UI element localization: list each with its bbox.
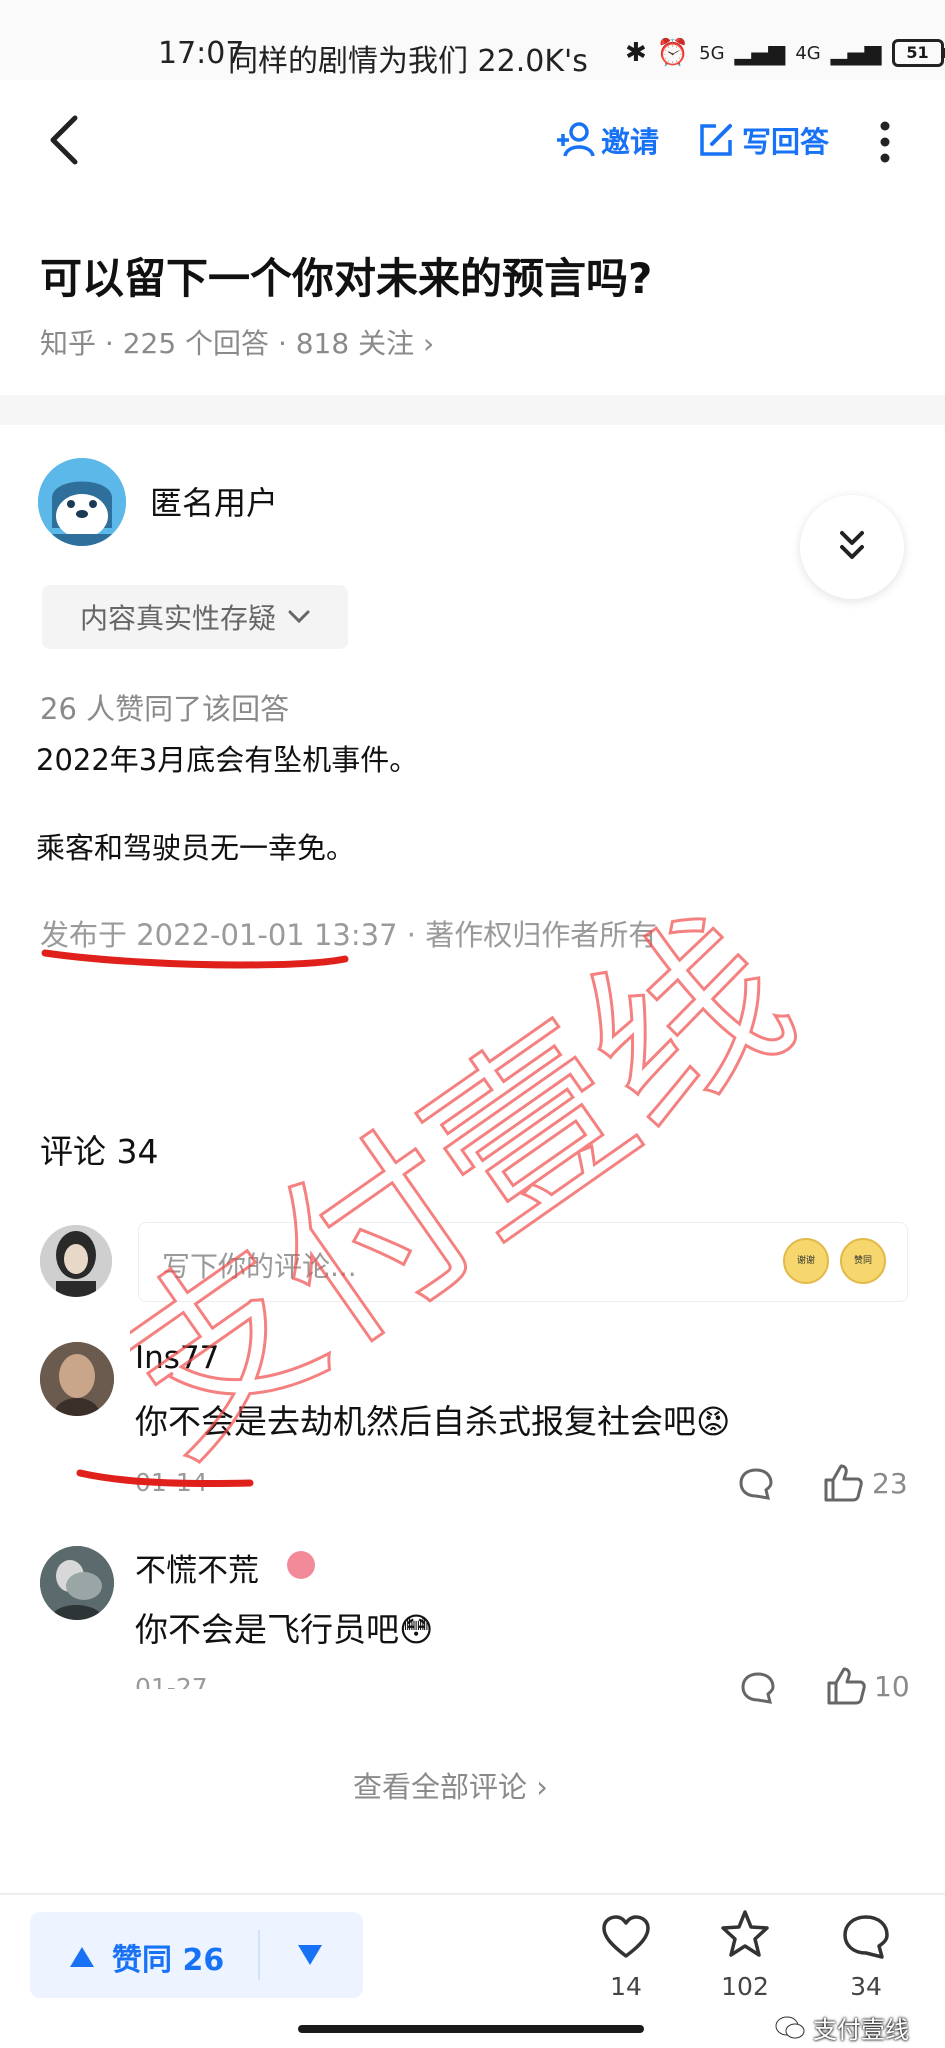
more-button[interactable]	[873, 118, 897, 168]
publish-info: 发布于 2022-01-01 13:37 · 著作权归作者所有	[40, 918, 658, 952]
add-user-icon	[557, 122, 595, 157]
comment-text: 你不会是去劫机然后自杀式报复社会吧😡	[135, 1402, 731, 1441]
more-vertical-icon	[880, 121, 890, 163]
comment-text: 你不会是飞行员吧😳	[135, 1610, 434, 1649]
reply-bubble-icon	[739, 1468, 773, 1500]
heart-icon	[602, 1915, 650, 1958]
like-count: 23	[872, 1467, 908, 1500]
like-button[interactable]	[822, 1462, 864, 1508]
back-button[interactable]	[45, 110, 85, 170]
comment-date: 01-14	[135, 1468, 208, 1497]
comments-title: 评论 34	[40, 1132, 159, 1171]
commenter-name[interactable]: 不慌不荒	[135, 1545, 259, 1590]
vip-badge-icon	[287, 1551, 315, 1579]
thanks-emoji-label: 谢谢	[796, 1256, 815, 1266]
commenter-avatar[interactable]	[40, 1342, 114, 1416]
commenter-avatar[interactable]	[40, 1546, 114, 1620]
doubt-tag-label: 内容真实性存疑	[79, 602, 276, 635]
answer-paragraph: 乘客和驾驶员无一幸免。	[36, 831, 356, 865]
anonymous-avatar[interactable]	[38, 458, 126, 546]
agree-button[interactable]: 赞同 26	[68, 1935, 224, 1979]
comment-count: 34	[850, 1972, 882, 2001]
agree-divider	[258, 1930, 260, 1980]
triangle-down-icon	[298, 1945, 322, 1965]
star-icon	[721, 1910, 769, 1957]
user-portrait-icon	[40, 1225, 112, 1297]
like-answer-button[interactable]	[600, 1912, 652, 1968]
home-indicator[interactable]	[298, 2025, 644, 2033]
like-answer-count: 14	[610, 1972, 642, 2001]
signal-bars-icon: ▂▄▆	[734, 40, 786, 66]
triangle-up-icon	[70, 1947, 94, 1967]
commenter-name[interactable]: Ins77	[135, 1340, 219, 1376]
wechat-source-badge: 支付壹线	[775, 2010, 909, 2045]
authenticity-doubt-tag[interactable]: 内容真实性存疑	[42, 585, 348, 649]
reply-button[interactable]	[738, 1466, 774, 1506]
comment-date: 01-27	[135, 1673, 208, 1689]
agree-label: 赞同 26	[112, 1943, 225, 1978]
reply-bubble-icon	[741, 1672, 775, 1704]
wechat-icon	[775, 2016, 805, 2038]
comment-placeholder[interactable]: 写下你的评论...	[162, 1245, 357, 1285]
agree-emoji-label: 赞同	[853, 1256, 872, 1266]
disagree-button[interactable]	[290, 1935, 330, 1979]
signal-bars-icon: ▂▄▆	[830, 40, 882, 66]
alarm-icon: ⏰	[656, 38, 690, 68]
bottom-bar-divider	[0, 1893, 945, 1895]
double-chevron-down-icon	[840, 531, 864, 559]
answer-paragraph: 2022年3月底会有坠机事件。	[36, 743, 419, 777]
vote-count: 26 人赞同了该回答	[40, 692, 290, 726]
bluetooth-icon: ✱	[625, 38, 647, 68]
status-ticker: 同样的剧情为我们 22.0K's	[228, 44, 588, 79]
question-meta[interactable]: 知乎 · 225 个回答 · 818 关注 ›	[40, 322, 434, 362]
my-avatar	[40, 1225, 112, 1297]
wechat-badge-label: 支付壹线	[813, 2016, 909, 2044]
agree-emoji-button[interactable]: 赞同	[840, 1238, 886, 1284]
favorite-count: 102	[721, 1972, 769, 2001]
thumb-up-icon	[824, 1464, 863, 1502]
edit-icon	[700, 124, 732, 156]
expand-button[interactable]	[800, 495, 904, 599]
status-icons: ✱ ⏰ 5G ▂▄▆ 4G ▂▄▆ 51	[625, 36, 945, 70]
comment-button[interactable]	[840, 1912, 892, 1968]
favorite-button[interactable]	[719, 1908, 771, 1964]
view-all-comments-link[interactable]: 查看全部评论 ›	[353, 1764, 548, 1806]
comment-icon	[843, 1915, 889, 1959]
invite-button[interactable]: 邀请	[555, 115, 659, 165]
like-count: 10	[874, 1670, 910, 1703]
question-title[interactable]: 可以留下一个你对未来的预言吗?	[40, 245, 652, 306]
commenter-portrait-icon	[40, 1546, 114, 1620]
invite-label: 邀请	[601, 125, 660, 159]
back-arrow-icon	[50, 115, 78, 165]
battery-indicator: 51	[891, 39, 945, 67]
write-answer-label: 写回答	[742, 125, 830, 159]
signal-5g: 5G	[699, 42, 725, 64]
signal-4g: 4G	[795, 42, 821, 64]
thumb-up-icon	[827, 1667, 866, 1705]
thanks-emoji-button[interactable]: 谢谢	[783, 1238, 829, 1284]
like-button[interactable]	[825, 1665, 867, 1711]
commenter-portrait-icon	[40, 1342, 114, 1416]
write-answer-button[interactable]: 写回答	[698, 115, 829, 165]
section-divider	[0, 395, 945, 425]
watermark-text: 支付壹线	[130, 878, 827, 1480]
author-name[interactable]: 匿名用户	[150, 478, 278, 524]
chevron-down-icon	[288, 610, 310, 624]
reply-button[interactable]	[740, 1670, 776, 1710]
anonymous-mascot-icon	[38, 458, 126, 546]
